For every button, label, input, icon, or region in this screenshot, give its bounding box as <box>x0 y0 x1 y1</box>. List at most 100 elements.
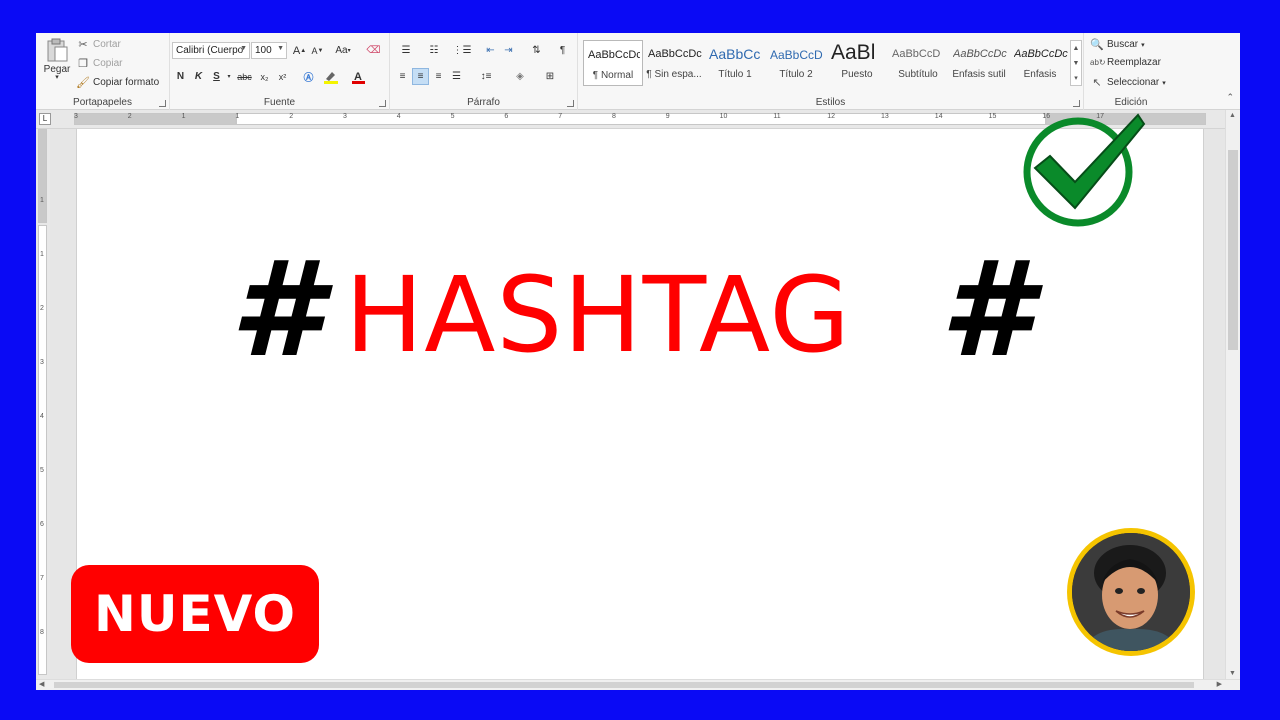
align-right-button[interactable]: ≡ <box>430 68 447 85</box>
style-heading-1[interactable]: AaBbCc Título 1 <box>705 40 765 86</box>
horizontal-scrollbar[interactable]: ◀ ▶ <box>36 679 1240 690</box>
headline-line: # HASHTAG # <box>200 240 1032 380</box>
superscript-icon: x² <box>278 71 287 82</box>
copy-button[interactable]: ❐ Copiar <box>76 57 122 70</box>
font-color-button[interactable]: A <box>348 68 372 85</box>
decrease-indent-icon: ⇤ <box>486 45 495 56</box>
style-normal[interactable]: AaBbCcDc ¶ Normal <box>583 40 643 86</box>
borders-button[interactable]: ⊞ <box>538 68 562 85</box>
format-painter-button[interactable]: 🖌 Copiar formato <box>76 76 159 89</box>
chevron-down-icon[interactable]: ▼ <box>1071 56 1081 71</box>
justify-button[interactable]: ☰ <box>448 68 465 85</box>
font-name-combo[interactable]: Calibri (Cuerpo ▼ <box>172 42 250 59</box>
chevron-down-icon: ▾ <box>1141 41 1145 49</box>
font-size-combo[interactable]: 100 ▼ <box>251 42 287 59</box>
increase-indent-icon: ⇥ <box>504 45 513 56</box>
checkmark-icon <box>1023 113 1146 227</box>
style-heading-2[interactable]: AaBbCcD Título 2 <box>766 40 826 86</box>
underline-button[interactable]: S <box>208 68 225 85</box>
scroll-right-icon[interactable]: ▶ <box>1217 680 1222 688</box>
replace-icon: ab↻ <box>1090 58 1106 67</box>
horizontal-scroll-thumb[interactable] <box>54 682 1194 688</box>
paintbrush-icon: 🖌 <box>76 77 90 89</box>
align-center-button[interactable]: ≡ <box>412 68 429 85</box>
find-button[interactable]: 🔍 Buscar ▾ <box>1090 38 1145 51</box>
styles-group: AaBbCcDc ¶ Normal AaBbCcDc ¶ Sin espa...… <box>578 33 1084 110</box>
collapse-ribbon-icon[interactable]: ⌃ <box>1226 92 1234 103</box>
decrease-indent-button[interactable]: ⇤ <box>482 42 499 59</box>
clipboard-launcher-icon[interactable] <box>159 100 166 107</box>
text-effects-button[interactable]: Ⓐ <box>300 68 317 85</box>
cut-button[interactable]: ✂ Cortar <box>76 38 120 51</box>
style-subtle-emphasis[interactable]: AaBbCcDc Énfasis sutil <box>949 40 1009 86</box>
strikethrough-button[interactable]: abc <box>236 68 253 85</box>
shading-button[interactable]: ◈ <box>508 68 532 85</box>
style-subtitle[interactable]: AaBbCcD Subtítulo <box>888 40 948 86</box>
underline-dropdown[interactable]: ▾ <box>224 68 234 85</box>
chevron-down-icon: ▾ <box>227 74 231 80</box>
superscript-button[interactable]: x² <box>274 68 291 85</box>
scroll-up-icon[interactable]: ▲ <box>1229 112 1236 119</box>
underline-icon: S <box>213 71 220 82</box>
vruler-tick-label: 6 <box>40 521 44 528</box>
vertical-scroll-thumb[interactable] <box>1228 150 1238 350</box>
style-no-spacing[interactable]: AaBbCcDc ¶ Sin espa... <box>644 40 704 86</box>
paragraph-group-label: Párrafo <box>467 97 500 108</box>
change-case-button[interactable]: Aa ▾ <box>331 42 355 59</box>
bold-button[interactable]: N <box>172 68 189 85</box>
vruler-text-area <box>38 225 47 675</box>
style-name: Énfasis <box>1023 69 1057 80</box>
chevron-up-icon[interactable]: ▲ <box>1071 41 1081 56</box>
align-right-icon: ≡ <box>435 71 442 82</box>
multilevel-button[interactable]: ⋮☰ <box>450 42 474 59</box>
highlight-button[interactable] <box>320 68 344 85</box>
styles-group-label: Estilos <box>815 97 846 108</box>
show-marks-button[interactable]: ¶ <box>554 42 571 59</box>
select-button[interactable]: ↖ Seleccionar ▾ <box>1090 76 1165 89</box>
vertical-scrollbar[interactable]: ▲ ▼ <box>1225 110 1240 679</box>
more-styles-icon[interactable]: ▾ <box>1071 71 1081 86</box>
vruler-margin-top <box>38 129 47 223</box>
bullets-button[interactable]: ☰ <box>394 42 418 59</box>
scroll-left-icon[interactable]: ◀ <box>39 680 44 688</box>
italic-icon: K <box>194 71 203 82</box>
line-spacing-button[interactable]: ↕≡ <box>474 68 498 85</box>
font-launcher-icon[interactable] <box>379 100 386 107</box>
change-case-icon: Aa <box>335 45 348 56</box>
clear-format-button[interactable]: ⌫ <box>365 42 382 59</box>
style-sample: AaBbCcDc <box>588 49 640 61</box>
avatar-photo <box>1072 533 1190 651</box>
ruler-tick-label: 11 <box>773 113 781 120</box>
italic-button[interactable]: K <box>190 68 207 85</box>
increase-indent-button[interactable]: ⇥ <box>500 42 517 59</box>
scroll-down-icon[interactable]: ▼ <box>1229 670 1236 677</box>
ruler-tick-label: 8 <box>612 113 616 120</box>
numbering-button[interactable]: ☷ <box>422 42 446 59</box>
align-left-button[interactable]: ≡ <box>394 68 411 85</box>
style-emphasis[interactable]: AaBbCcDc Énfasis <box>1010 40 1070 86</box>
replace-button[interactable]: ab↻ Reemplazar <box>1090 57 1161 68</box>
subscript-button[interactable]: x₂ <box>256 68 273 85</box>
shrink-font-button[interactable]: A ▼ <box>309 42 326 59</box>
grow-font-button[interactable]: A ▲ <box>291 42 308 59</box>
tab-selector[interactable]: L <box>39 113 51 125</box>
style-sample: AaBbCcD <box>892 48 941 60</box>
styles-scroll[interactable]: ▲ ▼ ▾ <box>1070 40 1082 86</box>
line-spacing-icon: ↕≡ <box>480 71 492 82</box>
search-icon: 🔍 <box>1090 39 1104 51</box>
highlighter-icon <box>324 71 338 84</box>
copy-icon: ❐ <box>78 58 88 70</box>
font-group: Calibri (Cuerpo ▼ 100 ▼ A ▲ A ▼ Aa ▾ ⌫ N K … <box>170 33 390 110</box>
font-name-value: Calibri (Cuerpo <box>176 45 244 56</box>
paragraph-launcher-icon[interactable] <box>567 100 574 107</box>
style-title[interactable]: AaBl Puesto <box>827 40 887 86</box>
clipboard-icon <box>47 38 68 62</box>
numbered-list-icon: ☷ <box>429 45 439 56</box>
styles-launcher-icon[interactable] <box>1073 100 1080 107</box>
style-sample: AaBbCcDc <box>1014 48 1068 60</box>
sort-button[interactable]: ⇅ <box>528 42 545 59</box>
paste-button[interactable]: Pegar ▾ <box>40 37 74 81</box>
vertical-ruler[interactable]: 1 1 2 3 4 5 6 7 8 <box>36 129 50 679</box>
select-label: Seleccionar <box>1107 77 1160 88</box>
editing-group-label: Edición <box>1114 97 1148 108</box>
